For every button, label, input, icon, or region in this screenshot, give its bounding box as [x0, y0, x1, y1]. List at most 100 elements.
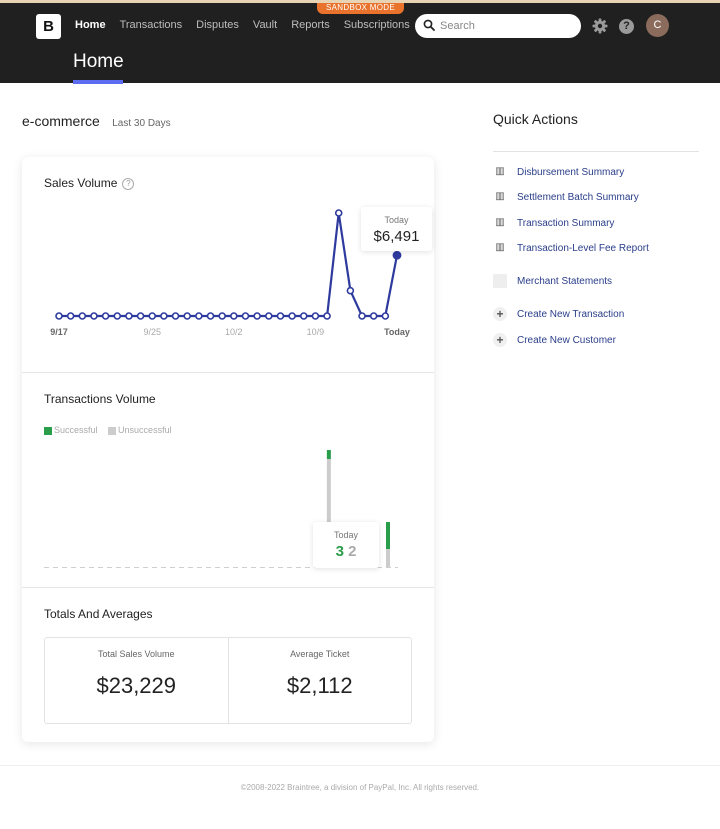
- transactions-legend: Successful Unsuccessful: [44, 425, 180, 435]
- sales-point: [55, 312, 63, 320]
- qa-disbursement-summary[interactable]: ▥ Disbursement Summary: [493, 164, 624, 180]
- totals-title: Totals And Averages: [44, 607, 153, 621]
- nav-home[interactable]: Home: [75, 18, 106, 33]
- sales-point: [358, 312, 366, 320]
- transactions-tooltip-values: 3 2: [313, 543, 379, 560]
- report-icon: ▥: [495, 191, 505, 202]
- transactions-tooltip: Today 3 2: [313, 522, 379, 568]
- sales-x-tick: 10/2: [225, 327, 243, 337]
- sales-point: [171, 312, 180, 320]
- date-range-label: Last 30 Days: [112, 118, 171, 129]
- qa-link[interactable]: Disbursement Summary: [517, 167, 624, 178]
- sales-volume-label: Sales Volume: [44, 176, 118, 190]
- legend-swatch-unsuccessful: [108, 426, 117, 435]
- sales-point: [218, 312, 226, 320]
- sales-point: [334, 209, 343, 217]
- average-ticket-label: Average Ticket: [290, 649, 350, 659]
- sales-x-tick: 9/17: [50, 327, 68, 337]
- footer-copyright: ©2008-2022 Braintree, a division of PayP…: [240, 783, 480, 792]
- help-icon[interactable]: ?: [619, 19, 634, 34]
- document-icon: [493, 274, 507, 288]
- section-header: e-commerce Last 30 Days: [22, 113, 171, 131]
- avatar[interactable]: C: [646, 14, 669, 37]
- sales-point: [299, 312, 308, 320]
- quick-actions-divider: [493, 151, 699, 152]
- sales-tooltip: Today $6,491: [361, 207, 432, 251]
- total-sales-cell: Total Sales Volume $23,229: [45, 638, 228, 723]
- qa-link[interactable]: Merchant Statements: [517, 276, 612, 287]
- sales-point: [288, 312, 296, 320]
- sales-point: [276, 312, 285, 320]
- sales-tooltip-label: Today: [384, 215, 409, 225]
- nav-reports[interactable]: Reports: [291, 18, 330, 33]
- qa-transaction-summary[interactable]: ▥ Transaction Summary: [493, 215, 614, 231]
- search-input[interactable]: [440, 17, 575, 35]
- qa-create-customer[interactable]: + Create New Customer: [493, 332, 616, 348]
- legend-successful-label: Successful: [54, 425, 98, 435]
- dashboard-card: Sales Volume? 9/17 9/25 10/2 10/9 Today Toda…: [22, 157, 434, 742]
- page-title: Home: [73, 51, 124, 72]
- sales-point: [230, 312, 238, 320]
- qa-link[interactable]: Transaction-Level Fee Report: [517, 243, 649, 254]
- divider: [22, 587, 434, 588]
- legend-unsuccessful: Unsuccessful: [108, 425, 172, 435]
- sales-point: [160, 312, 168, 320]
- qa-link[interactable]: Create New Transaction: [517, 309, 624, 320]
- sales-point: [113, 312, 122, 320]
- merchant-account-name: e-commerce: [22, 113, 100, 129]
- sales-x-tick: 10/9: [307, 327, 325, 337]
- tooltip-successful-count: 3: [335, 543, 344, 560]
- sales-point: [323, 312, 331, 320]
- qa-settlement-batch-summary[interactable]: ▥ Settlement Batch Summary: [493, 189, 639, 205]
- sales-point: [369, 312, 378, 320]
- sales-point: [101, 312, 110, 320]
- transactions-tooltip-label: Today: [333, 530, 359, 540]
- search-box: [415, 14, 581, 38]
- sales-x-tick: 9/25: [143, 327, 161, 337]
- sales-point: [136, 312, 145, 320]
- nav-transactions[interactable]: Transactions: [120, 18, 183, 33]
- qa-create-transaction[interactable]: + Create New Transaction: [493, 306, 624, 322]
- legend-unsuccessful-label: Unsuccessful: [118, 425, 172, 435]
- sales-point: [253, 312, 261, 320]
- main-nav: Home Transactions Disputes Vault Reports…: [75, 18, 424, 33]
- sandbox-mode-badge: SANDBOX MODE: [317, 3, 404, 14]
- sales-point: [264, 312, 273, 320]
- nav-vault[interactable]: Vault: [253, 18, 277, 33]
- legend-swatch-successful: [44, 426, 52, 435]
- qa-merchant-statements[interactable]: Merchant Statements: [493, 273, 612, 289]
- sales-line: [59, 211, 399, 318]
- divider: [22, 372, 434, 373]
- average-ticket-cell: Average Ticket $2,112: [227, 638, 412, 723]
- gear-icon[interactable]: [592, 18, 608, 34]
- sales-tooltip-value: $6,491: [373, 228, 420, 245]
- bar-successful: [386, 522, 390, 549]
- sales-point: [241, 312, 250, 320]
- qa-link[interactable]: Transaction Summary: [517, 218, 614, 229]
- search-icon: [423, 19, 435, 31]
- sales-point: [195, 312, 203, 320]
- qa-link[interactable]: Settlement Batch Summary: [517, 192, 639, 203]
- report-icon: ▥: [495, 217, 505, 228]
- sales-point: [125, 312, 133, 320]
- quick-actions-title: Quick Actions: [493, 111, 578, 127]
- footer-divider: [0, 765, 720, 766]
- qa-link[interactable]: Create New Customer: [517, 335, 616, 346]
- bar-unsuccessful: [386, 549, 390, 567]
- info-icon[interactable]: ?: [122, 177, 135, 190]
- sales-point: [78, 312, 87, 320]
- report-icon: ▥: [495, 166, 505, 177]
- average-ticket-value: $2,112: [286, 673, 353, 698]
- sales-point: [311, 312, 320, 320]
- sales-point: [183, 312, 192, 320]
- top-navigation-bar: SANDBOX MODE B Home Transactions Dispute…: [0, 0, 720, 84]
- nav-disputes[interactable]: Disputes: [196, 18, 239, 33]
- sales-x-tick: Today: [384, 327, 410, 337]
- page-title-underline: [73, 80, 123, 84]
- plus-icon: +: [493, 307, 507, 321]
- plus-icon: +: [493, 333, 507, 347]
- braintree-logo[interactable]: B: [36, 14, 61, 39]
- nav-subscriptions[interactable]: Subscriptions: [344, 18, 410, 33]
- qa-fee-report[interactable]: ▥ Transaction-Level Fee Report: [493, 240, 649, 256]
- sales-point: [90, 312, 98, 320]
